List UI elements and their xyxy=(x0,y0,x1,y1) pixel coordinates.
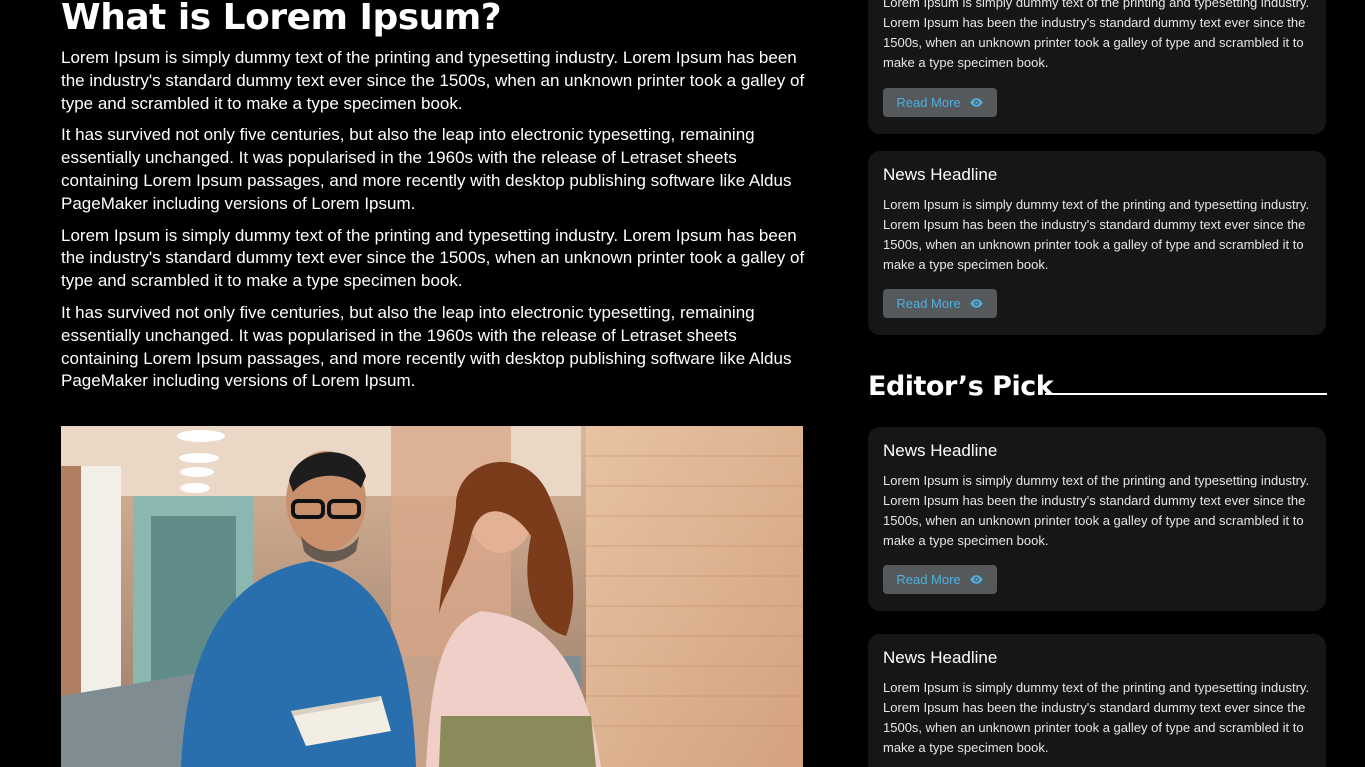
article-paragraph: It has survived not only five centuries,… xyxy=(61,302,792,391)
read-more-label: Read More xyxy=(896,572,961,587)
editors-pick-card: News Headline Lorem Ipsum is simply dumm… xyxy=(868,427,1326,611)
eye-icon xyxy=(969,299,983,308)
read-more-button[interactable]: Read More xyxy=(883,289,997,318)
news-card-body: Lorem Ipsum is simply dummy text of the … xyxy=(883,680,1310,755)
article-paragraph: Lorem Ipsum is simply dummy text of the … xyxy=(61,225,805,291)
read-more-button[interactable]: Read More xyxy=(883,565,997,594)
editors-pick-card: News Headline Lorem Ipsum is simply dumm… xyxy=(868,634,1326,767)
read-more-label: Read More xyxy=(896,296,961,311)
news-headline: News Headline xyxy=(883,165,998,184)
section-divider xyxy=(1045,393,1327,395)
article-body: Lorem Ipsum is simply dummy text of the … xyxy=(61,47,806,402)
read-more-label: Read More xyxy=(896,95,961,110)
article-title: What is Lorem Ipsum? xyxy=(61,0,502,38)
eye-icon xyxy=(969,98,983,107)
article-paragraph: Lorem Ipsum is simply dummy text of the … xyxy=(61,48,805,113)
news-card: News Headline Lorem Ipsum is simply dumm… xyxy=(868,151,1326,335)
eye-icon xyxy=(969,575,983,584)
editors-pick-title: Editor’s Pick xyxy=(868,371,1054,402)
news-headline: News Headline xyxy=(883,441,998,460)
news-card-body: Lorem Ipsum is simply dummy text of the … xyxy=(883,197,1310,272)
news-headline: News Headline xyxy=(883,648,998,667)
news-card-body: Lorem Ipsum is simply dummy text of the … xyxy=(883,0,1310,70)
article-photo xyxy=(61,426,803,767)
article-paragraph: It has survived not only five centuries,… xyxy=(61,125,792,213)
news-card: Lorem Ipsum is simply dummy text of the … xyxy=(868,0,1326,134)
read-more-button[interactable]: Read More xyxy=(883,88,997,117)
news-card-body: Lorem Ipsum is simply dummy text of the … xyxy=(883,473,1310,548)
